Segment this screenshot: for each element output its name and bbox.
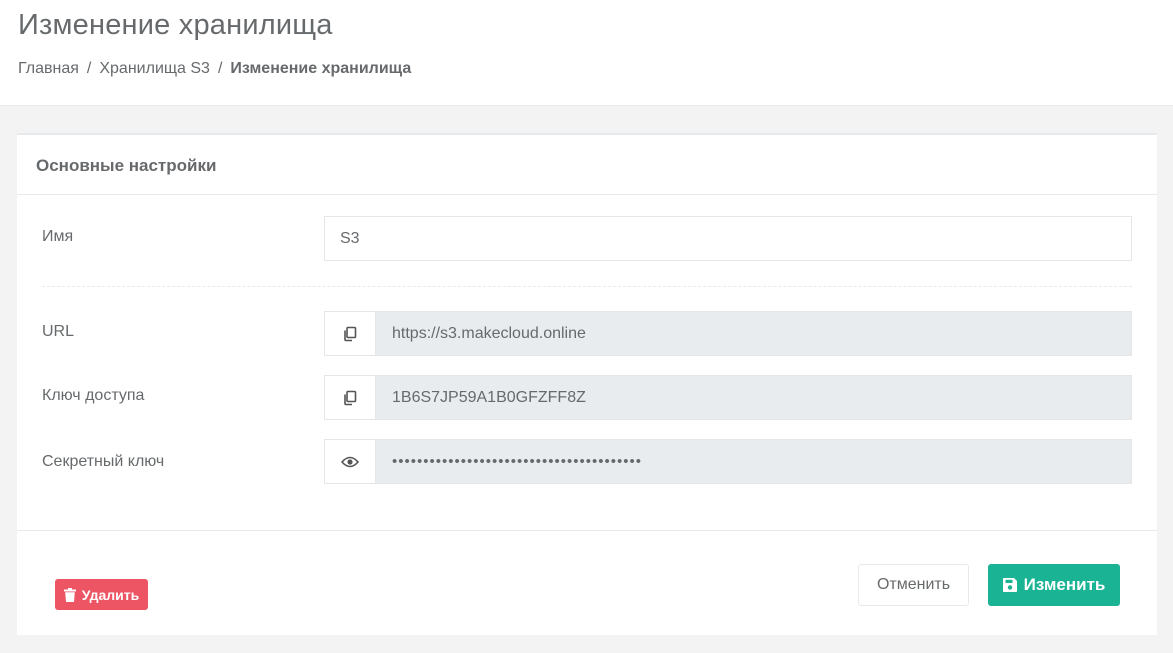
url-label: URL [42,323,75,340]
save-button-label: Изменить [1023,575,1106,594]
delete-button-label: Удалить [81,586,140,603]
url-field: https://s3.makecloud.online [324,311,1132,356]
divider [42,286,1132,287]
card-header: Основные настройки [17,135,1157,195]
cancel-button-label: Отменить [876,576,951,593]
url-value: https://s3.makecloud.online [376,311,1132,356]
secret-key-label: Секретный ключ [42,453,165,470]
access-key-field: 1B6S7JP59A1B0GFZFF8Z [324,375,1132,420]
page-header: Изменение хранилища Главная / Хранилища S3… [0,0,1173,106]
breadcrumb: Главная / Хранилища S3 / Изменение хранилища [18,60,411,78]
access-key-value: 1B6S7JP59A1B0GFZFF8Z [376,375,1132,420]
copy-icon [344,390,357,405]
breadcrumb-home-link[interactable]: Главная [18,60,79,77]
secret-key-field: •••••••••••••••••••••••••••••••••••••••• [324,439,1132,484]
delete-button[interactable]: Удалить [55,579,148,610]
breadcrumb-current: Изменение хранилища [230,60,412,77]
copy-access-key-button[interactable] [324,375,376,420]
name-label: Имя [42,228,74,245]
name-input[interactable] [324,216,1132,261]
page-title: Изменение хранилища [18,9,333,41]
card-title: Основные настройки [36,156,217,175]
breadcrumb-separator: / [217,60,223,77]
settings-card: Основные настройки Имя URL https://s3.ma… [17,133,1157,635]
toggle-secret-visibility-button[interactable] [324,439,376,484]
copy-url-button[interactable] [324,311,376,356]
secret-key-value: •••••••••••••••••••••••••••••••••••••••• [376,439,1132,484]
footer-divider [17,530,1157,531]
cancel-button[interactable]: Отменить [858,564,969,606]
eye-icon [341,456,359,467]
access-key-label: Ключ доступа [42,387,145,404]
trash-icon [63,587,76,602]
breadcrumb-separator: / [86,60,92,77]
floppy-disk-icon [1002,578,1017,592]
breadcrumb-s3-storages-link[interactable]: Хранилища S3 [99,60,210,77]
save-button[interactable]: Изменить [988,564,1120,606]
copy-icon [344,326,357,341]
